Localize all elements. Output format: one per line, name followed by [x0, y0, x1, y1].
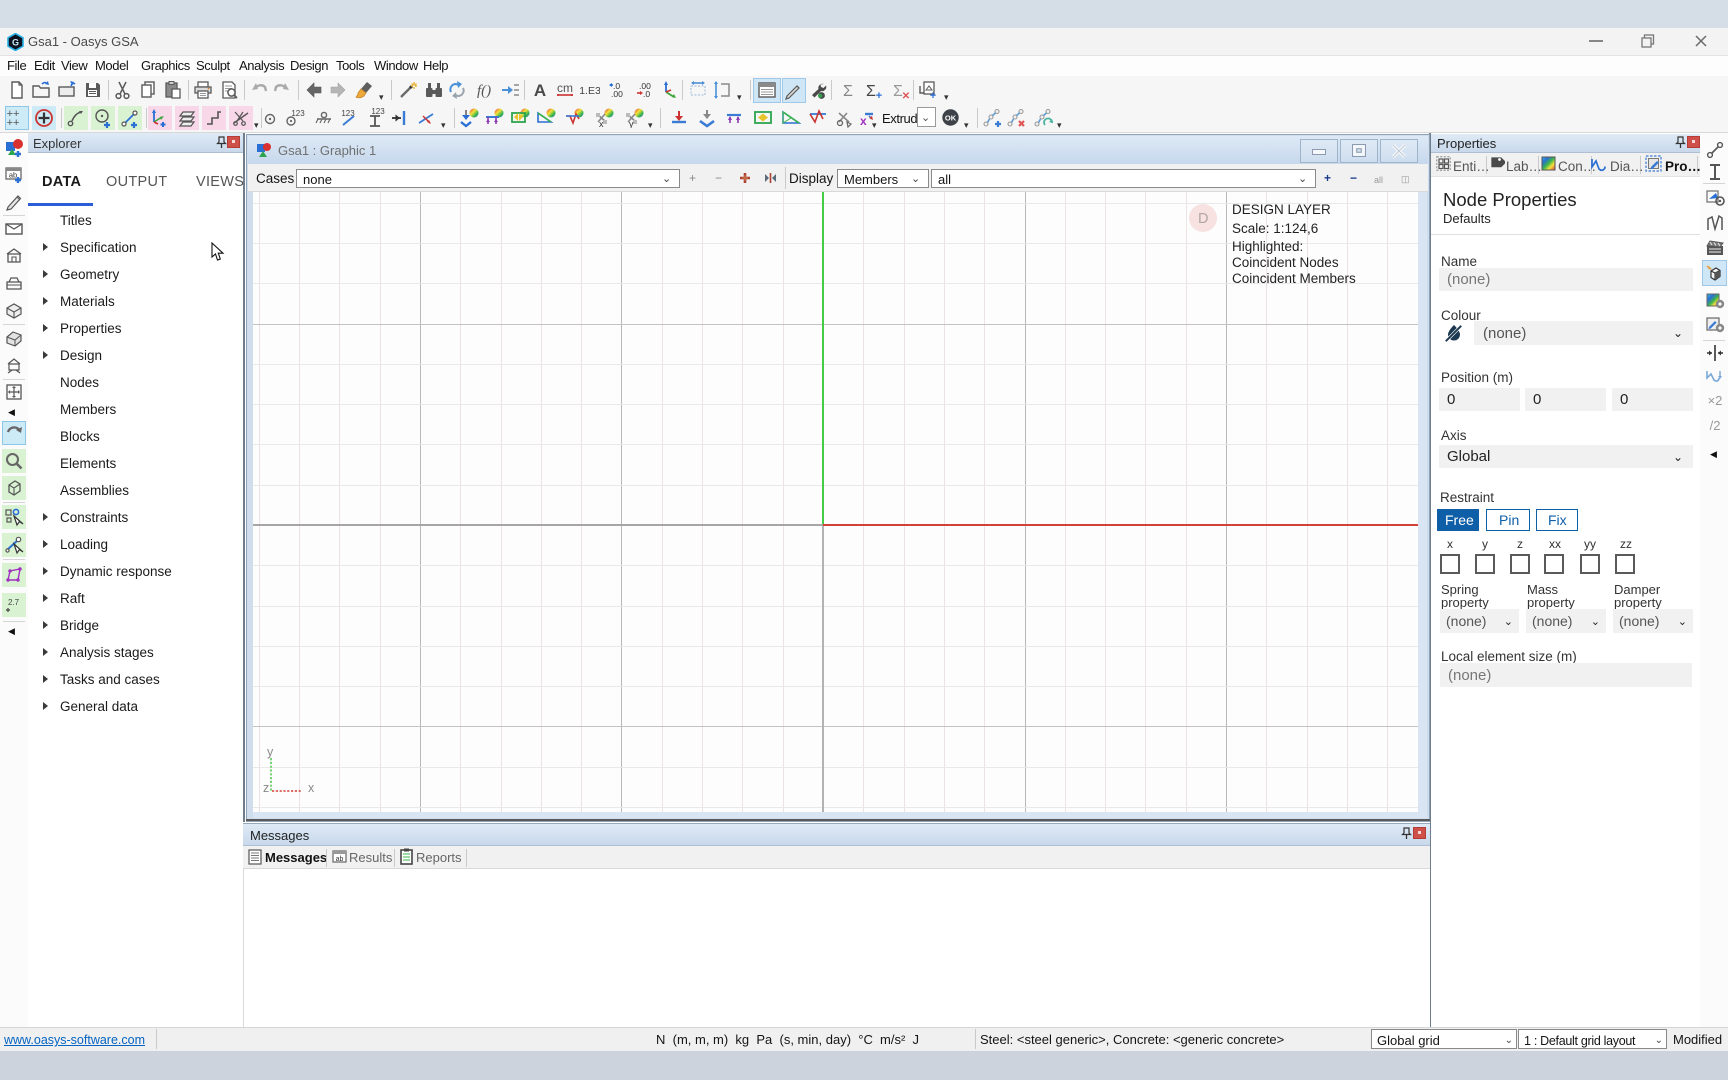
svg-text:1.E3: 1.E3 [580, 85, 600, 97]
svg-text:123: 123 [291, 109, 305, 118]
svg-text:x: x [860, 114, 867, 128]
svg-text:x: x [599, 119, 604, 128]
svg-text:2.7: 2.7 [8, 598, 20, 607]
svg-text:+: + [876, 90, 882, 100]
svg-text:123: 123 [371, 108, 385, 116]
svg-text:f(): f() [477, 83, 491, 99]
svg-text:G: G [12, 38, 19, 48]
svg-text:ab: ab [336, 856, 344, 863]
svg-text:Σ: Σ [866, 83, 876, 100]
svg-text:/2: /2 [1710, 418, 1721, 433]
svg-text:Σ: Σ [843, 83, 853, 100]
svg-text:A: A [534, 81, 546, 100]
svg-text:×2: ×2 [1708, 393, 1723, 408]
svg-text:✕: ✕ [902, 91, 910, 100]
svg-text:++: ++ [7, 117, 19, 128]
svg-text:.0: .0 [643, 89, 650, 99]
svg-text:+: + [930, 90, 936, 100]
svg-text:123: 123 [341, 109, 355, 118]
svg-text:OK: OK [945, 114, 957, 123]
svg-text:.00: .00 [611, 89, 623, 99]
svg-text:ab: ab [9, 171, 17, 180]
svg-text:y: y [629, 119, 634, 128]
svg-text:cm: cm [557, 81, 573, 95]
